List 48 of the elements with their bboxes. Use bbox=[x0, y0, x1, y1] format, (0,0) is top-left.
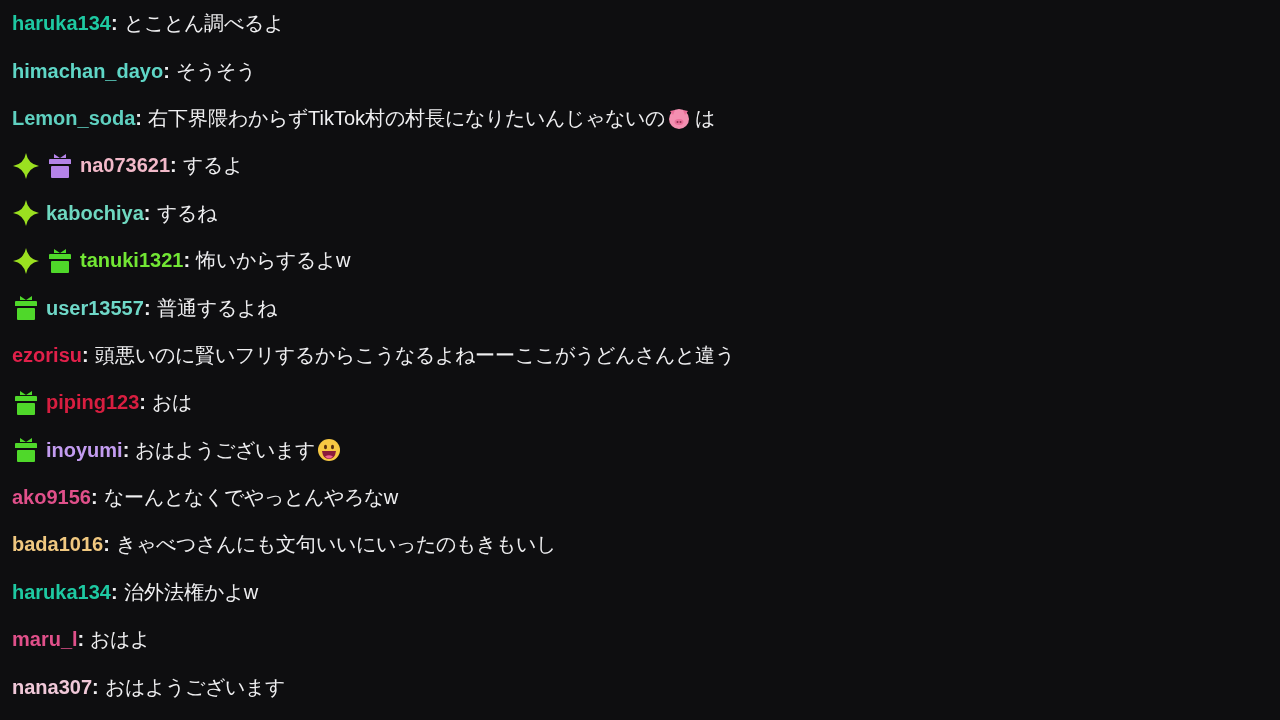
message-text: おはようございます bbox=[104, 674, 285, 700]
username[interactable]: himachan_dayo bbox=[12, 59, 164, 83]
username[interactable]: inoyumi bbox=[46, 438, 123, 462]
username[interactable]: ako9156 bbox=[12, 486, 91, 510]
message-text: するよ bbox=[182, 153, 243, 179]
username[interactable]: bada1016 bbox=[12, 533, 104, 557]
message-text: とことん調べるよ bbox=[123, 11, 284, 37]
message-text: 普通するよね bbox=[156, 295, 277, 321]
colon: : bbox=[90, 486, 98, 510]
message-text: するね bbox=[156, 200, 217, 226]
username[interactable]: na073621 bbox=[80, 154, 171, 178]
colon: : bbox=[103, 533, 110, 557]
pig-face-icon bbox=[667, 106, 692, 131]
message-text: 頭悪いのに賢いフリするからこうなるよねーーここがうどんさんと違う bbox=[94, 342, 735, 368]
colon: : bbox=[110, 12, 118, 36]
username[interactable]: user13557 bbox=[46, 296, 144, 320]
message-text: おはよ bbox=[90, 627, 151, 653]
colon: : bbox=[122, 438, 130, 462]
username[interactable]: kabochiya bbox=[46, 201, 144, 225]
message-text: きゃべつさんにも文句いいにいったのもきもいし bbox=[115, 532, 556, 558]
message-text: 治外法権かよw bbox=[123, 579, 259, 605]
username[interactable]: nana307 bbox=[12, 675, 93, 699]
smiley-icon bbox=[317, 438, 342, 463]
colon: : bbox=[139, 391, 147, 415]
username[interactable]: ezorisu bbox=[12, 343, 83, 367]
message-text: 右下界隈わからずTikTok村の村長になりたいんじゃないの bbox=[148, 105, 666, 131]
colon: : bbox=[92, 675, 99, 699]
colon: : bbox=[143, 296, 151, 320]
username[interactable]: tanuki1321 bbox=[80, 249, 184, 273]
message-text: そうそう bbox=[175, 58, 256, 84]
message-text: なーんとなくでやっとんやろなw bbox=[103, 485, 399, 511]
username[interactable]: maru_l bbox=[12, 628, 78, 652]
username[interactable]: haruka134 bbox=[12, 580, 111, 604]
message-text: 怖いからするよw bbox=[196, 248, 351, 274]
username[interactable]: Lemon_soda bbox=[12, 106, 136, 130]
colon: : bbox=[163, 59, 170, 83]
colon: : bbox=[135, 106, 143, 130]
colon: : bbox=[82, 343, 89, 367]
username[interactable]: haruka134 bbox=[12, 12, 111, 36]
message-text: おは bbox=[152, 390, 193, 416]
colon: : bbox=[170, 154, 177, 178]
message-text: おはようございます bbox=[135, 437, 316, 463]
colon: : bbox=[110, 580, 118, 604]
colon: : bbox=[143, 201, 151, 225]
username[interactable]: piping123 bbox=[46, 391, 140, 415]
colon: : bbox=[77, 628, 85, 652]
message-text: は bbox=[695, 105, 716, 131]
colon: : bbox=[183, 249, 191, 273]
